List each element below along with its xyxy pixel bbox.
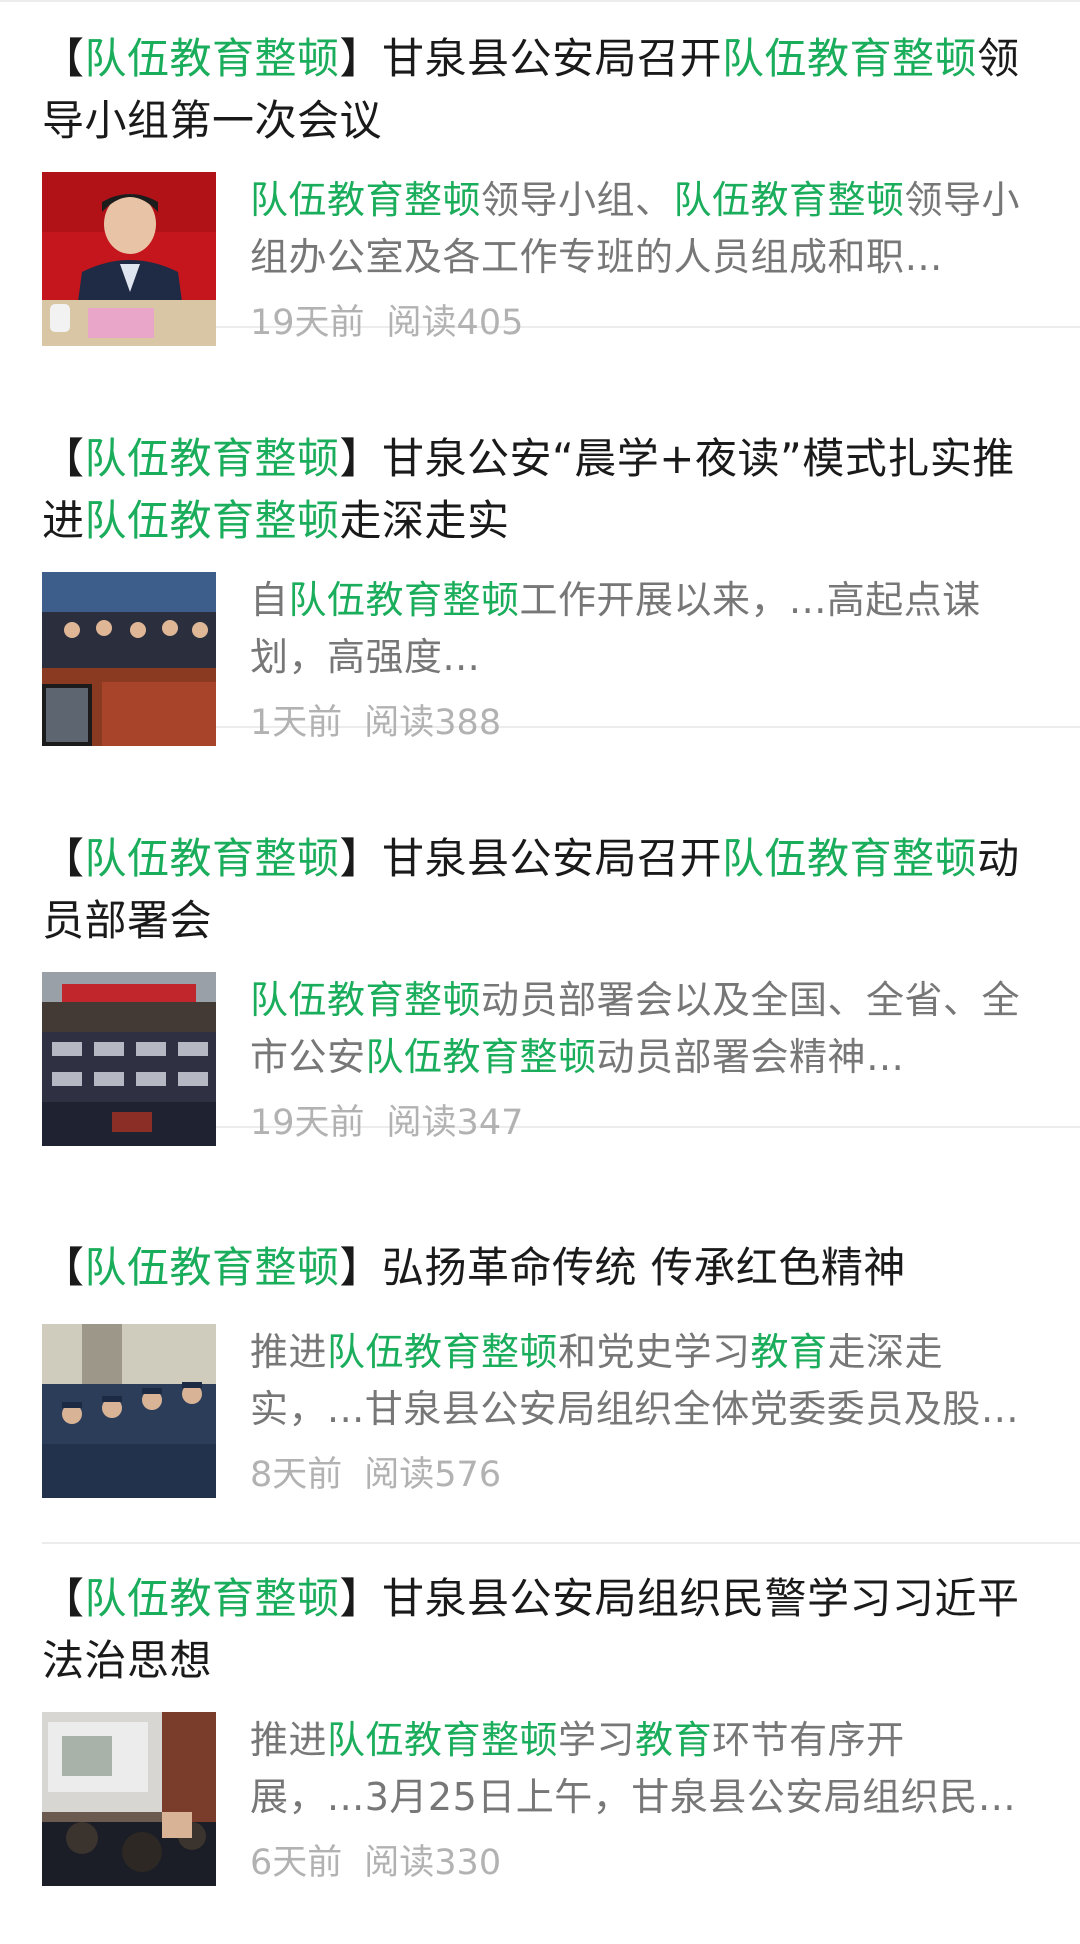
- lecture-screen-image: [42, 1712, 216, 1886]
- article-title[interactable]: 【队伍教育整顿】甘泉县公安局召开队伍教育整顿动员部署会: [42, 828, 1080, 952]
- summary-keyword: 队伍教育整顿: [327, 1718, 559, 1762]
- summary-keyword: 队伍教育整顿: [288, 578, 520, 622]
- title-part: 【: [42, 1574, 85, 1623]
- read-count: 阅读405: [386, 303, 524, 343]
- publish-time: 6天前: [250, 1843, 343, 1883]
- read-count: 阅读347: [386, 1103, 524, 1143]
- meeting-room-image: [42, 572, 216, 746]
- publish-time: 19天前: [250, 1103, 365, 1143]
- summary-part: 和党史学习: [558, 1330, 751, 1374]
- officer-speaking-image: [42, 172, 216, 346]
- summary-part: 动员部署会精神…: [596, 1035, 905, 1079]
- police-memorial-image: [42, 1324, 216, 1498]
- title-part: 【: [42, 34, 85, 83]
- article-meta: 6天前 阅读330: [250, 1838, 1038, 1888]
- article-summary: 推进队伍教育整顿学习教育环节有序开展，...3月25日上午，甘泉县公安局组织民…: [250, 1712, 1038, 1826]
- article-title[interactable]: 【队伍教育整顿】甘泉公安“晨学+夜读”模式扎实推进队伍教育整顿走深走实: [42, 428, 1080, 552]
- article-item[interactable]: 【队伍教育整顿】甘泉县公安局召开队伍教育整顿动员部署会 队伍教育整顿动员部署会以…: [42, 828, 1080, 1146]
- title-keyword: 队伍教育整顿: [722, 834, 978, 883]
- title-part: 【: [42, 434, 85, 483]
- title-part: 】甘泉县公安局召开: [339, 34, 723, 83]
- article-meta: 8天前 阅读576: [250, 1450, 1038, 1500]
- title-part: 【: [42, 1243, 85, 1292]
- summary-part: 推进: [250, 1718, 328, 1762]
- article-list: 【队伍教育整顿】甘泉县公安局召开队伍教育整顿领导小组第一次会议 队伍教育整顿领导…: [0, 0, 1080, 1942]
- article-title[interactable]: 【队伍教育整顿】甘泉县公安局组织民警学习习近平法治思想: [42, 1568, 1080, 1692]
- title-keyword: 队伍教育整顿: [722, 34, 978, 83]
- article-meta: 1天前 阅读388: [250, 698, 1038, 748]
- publish-time: 19天前: [250, 303, 365, 343]
- article-meta: 19天前 阅读347: [250, 1098, 1038, 1148]
- summary-part: 领导小组、: [481, 178, 674, 222]
- article-summary: 推进队伍教育整顿和党史学习教育走深走实，...甘泉县公安局组织全体党委委员及股…: [250, 1324, 1038, 1438]
- article-thumbnail[interactable]: [42, 172, 216, 346]
- article-title[interactable]: 【队伍教育整顿】甘泉县公安局召开队伍教育整顿领导小组第一次会议: [42, 28, 1080, 152]
- summary-keyword: 队伍教育整顿: [250, 978, 482, 1022]
- article-summary: 队伍教育整顿领导小组、队伍教育整顿领导小组办公室及各工作专班的人员组成和职…: [250, 172, 1038, 286]
- article-item[interactable]: 【队伍教育整顿】弘扬革命传统 传承红色精神 推进队伍教育整顿和党史学习教育走深走…: [42, 1228, 1080, 1544]
- article-thumbnail[interactable]: [42, 972, 216, 1146]
- article-title[interactable]: 【队伍教育整顿】弘扬革命传统 传承红色精神: [42, 1228, 1080, 1308]
- title-keyword: 队伍教育整顿: [84, 496, 340, 545]
- title-part: 【: [42, 834, 85, 883]
- summary-keyword: 队伍教育整顿: [327, 1330, 559, 1374]
- summary-keyword: 队伍教育整顿: [673, 178, 905, 222]
- article-summary: 自队伍教育整顿工作开展以来，...高起点谋划，高强度...: [250, 572, 1038, 686]
- summary-keyword: 队伍教育整顿: [365, 1035, 597, 1079]
- article-item[interactable]: 【队伍教育整顿】甘泉县公安局召开队伍教育整顿领导小组第一次会议 队伍教育整顿领导…: [42, 28, 1080, 346]
- article-meta: 19天前 阅读405: [250, 298, 1038, 348]
- summary-keyword: 教育: [750, 1330, 828, 1374]
- article-thumbnail[interactable]: [42, 1324, 216, 1498]
- title-keyword: 队伍教育整顿: [84, 434, 340, 483]
- summary-part: 自: [250, 578, 289, 622]
- article-thumbnail[interactable]: [42, 572, 216, 746]
- summary-part: 推进: [250, 1330, 328, 1374]
- title-keyword: 队伍教育整顿: [84, 1243, 340, 1292]
- read-count: 阅读388: [364, 703, 502, 743]
- title-keyword: 队伍教育整顿: [84, 1574, 340, 1623]
- title-keyword: 队伍教育整顿: [84, 834, 340, 883]
- read-count: 阅读576: [364, 1455, 502, 1495]
- article-thumbnail[interactable]: [42, 1712, 216, 1886]
- article-item[interactable]: 【队伍教育整顿】甘泉公安“晨学+夜读”模式扎实推进队伍教育整顿走深走实 自队伍教…: [42, 428, 1080, 746]
- summary-part: 学习: [558, 1718, 636, 1762]
- title-part: 】甘泉县公安局召开: [339, 834, 723, 883]
- article-item[interactable]: 【队伍教育整顿】甘泉县公安局组织民警学习习近平法治思想 推进队伍教育整顿学习教育…: [42, 1568, 1080, 1944]
- summary-keyword: 队伍教育整顿: [250, 178, 482, 222]
- title-part: 】弘扬革命传统 传承红色精神: [339, 1243, 906, 1292]
- summary-keyword: 教育: [635, 1718, 713, 1762]
- read-count: 阅读330: [364, 1843, 502, 1883]
- publish-time: 1天前: [250, 703, 343, 743]
- title-keyword: 队伍教育整顿: [84, 34, 340, 83]
- article-summary: 队伍教育整顿动员部署会以及全国、全省、全市公安队伍教育整顿动员部署会精神…: [250, 972, 1038, 1086]
- title-part: 走深走实: [339, 496, 510, 545]
- publish-time: 8天前: [250, 1455, 343, 1495]
- auditorium-image: [42, 972, 216, 1146]
